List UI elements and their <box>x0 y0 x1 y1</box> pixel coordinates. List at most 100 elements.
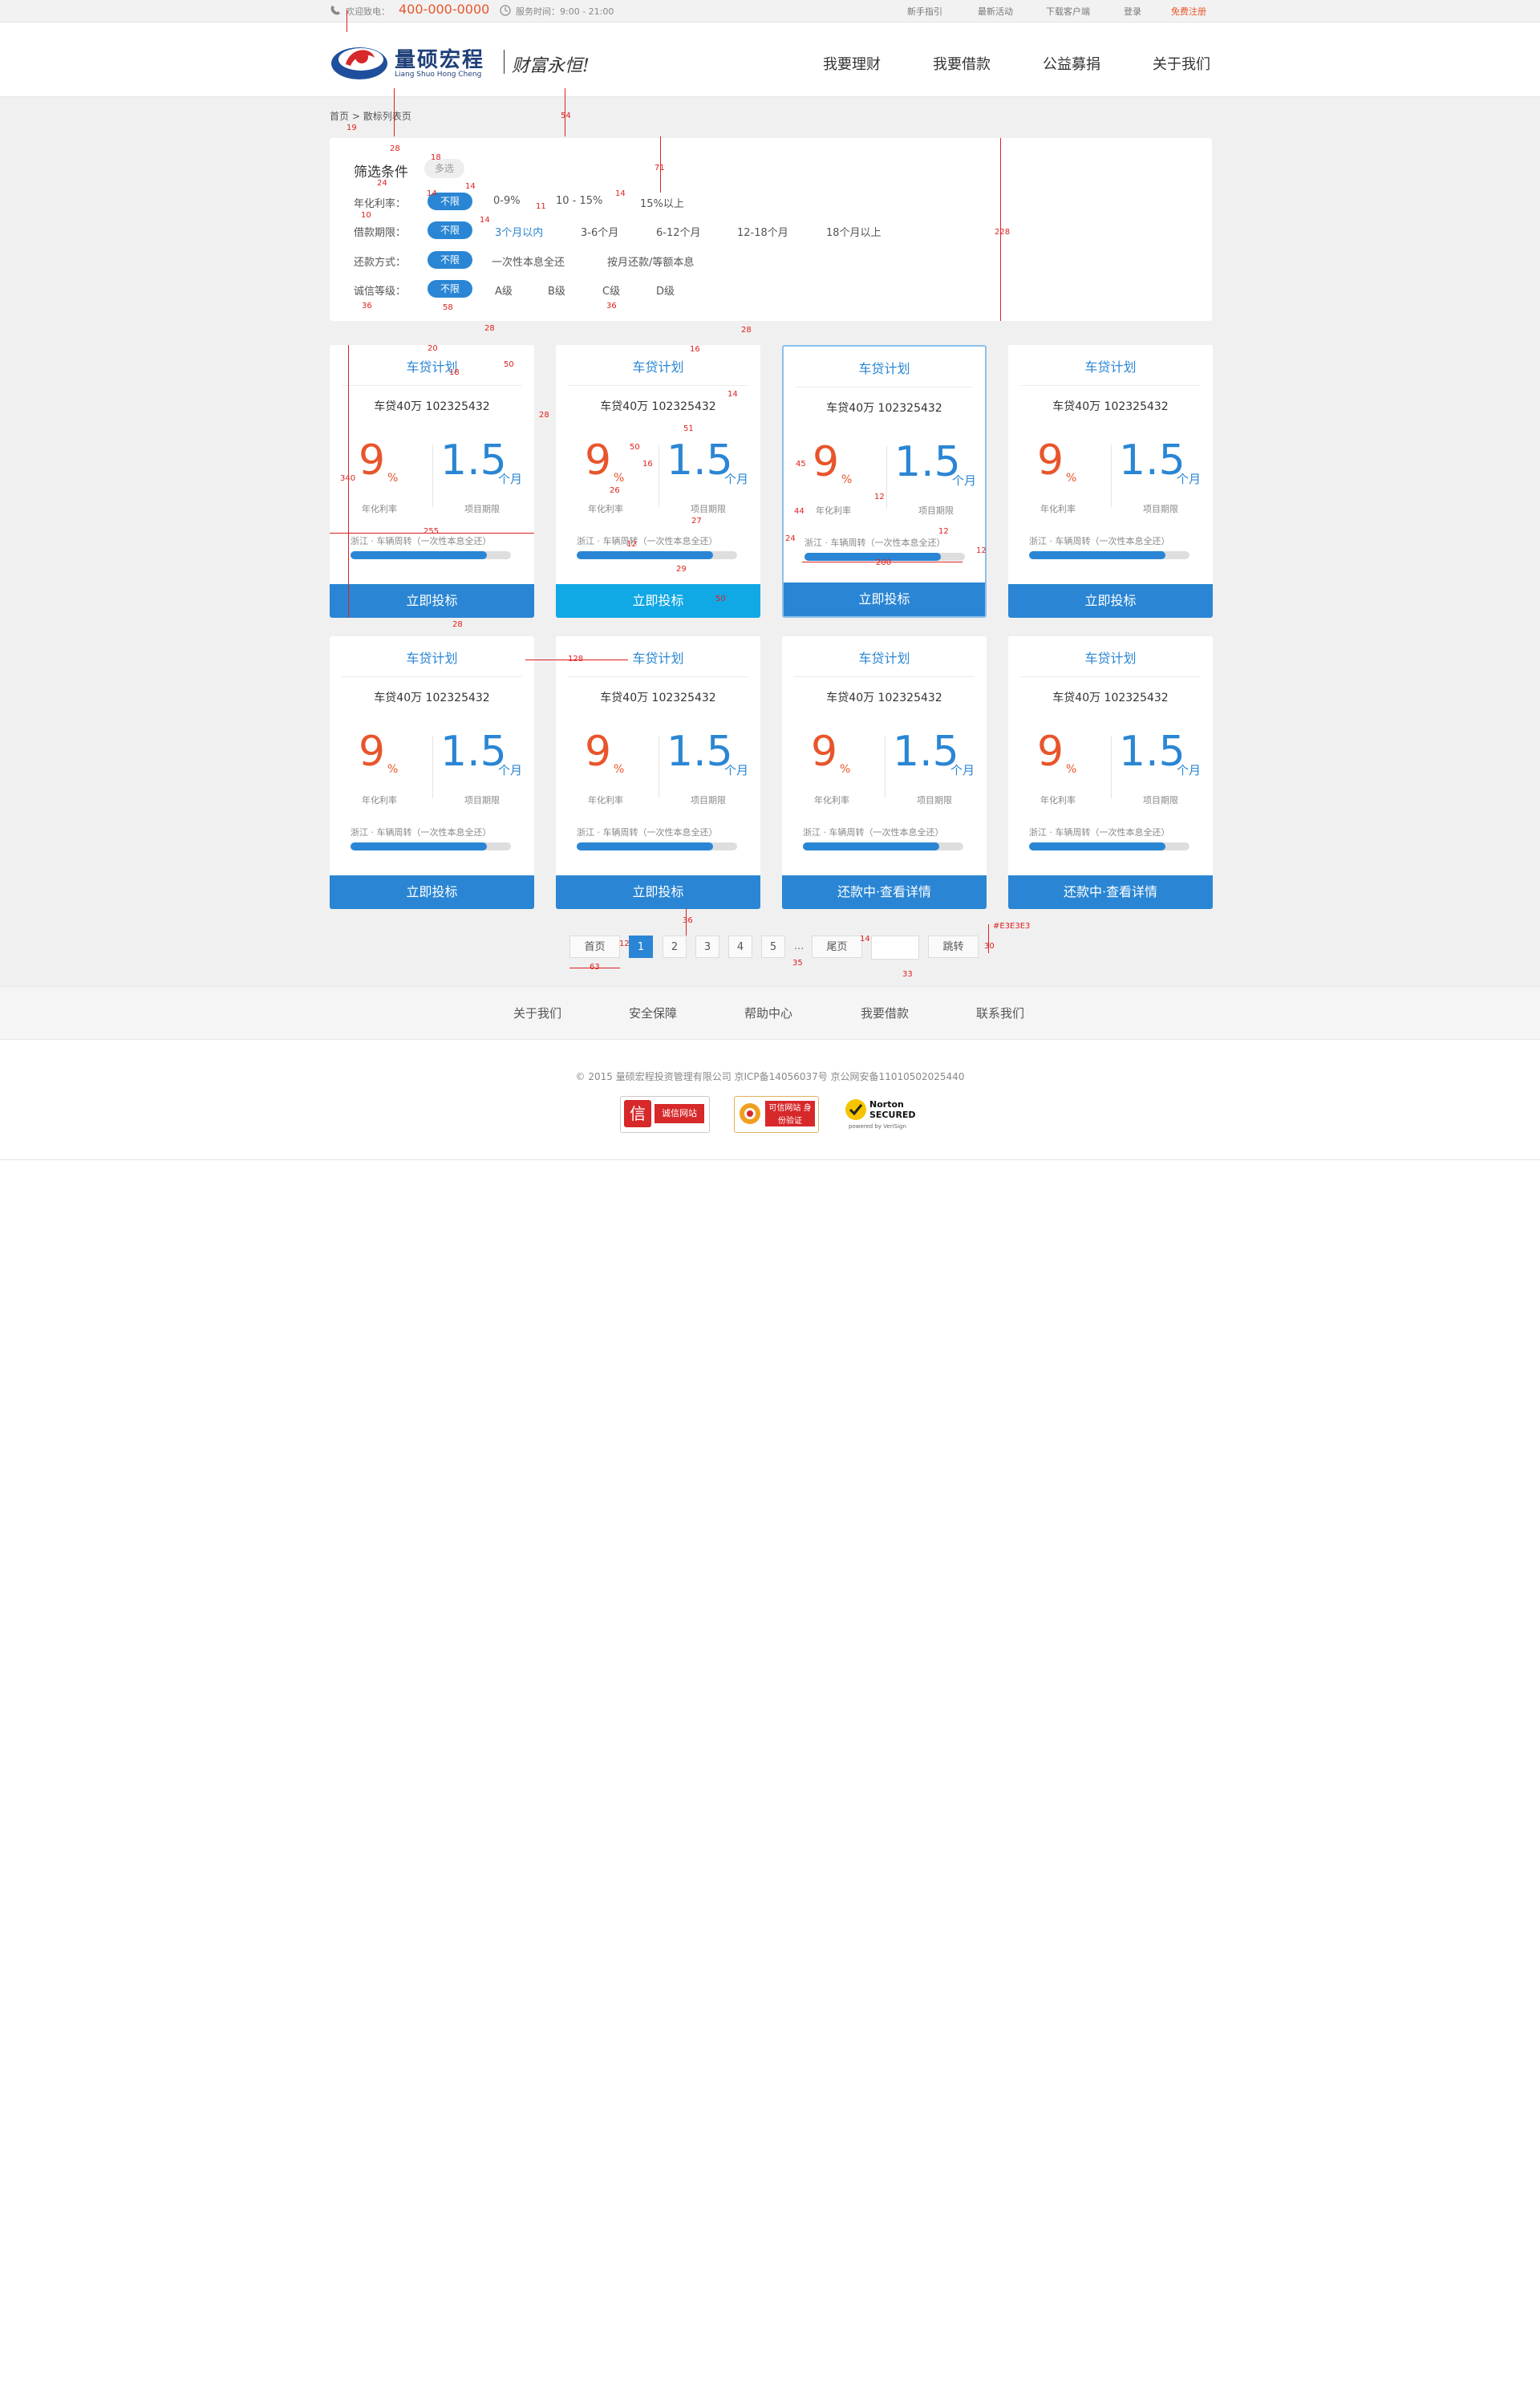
company-logo-icon[interactable] <box>330 42 389 82</box>
page-last-button[interactable]: 尾页 <box>812 936 862 958</box>
card-action-button[interactable]: 立即投标 <box>330 875 534 909</box>
card-rate-value: 9 <box>585 728 612 776</box>
page-ellipsis: ... <box>794 940 804 952</box>
filter-term-option[interactable]: 3-6个月 <box>581 224 618 239</box>
card-action-button[interactable]: 立即投标 <box>330 584 534 618</box>
annotation-label: 20 <box>428 344 438 353</box>
hotline-number: 400-000-0000 <box>399 2 490 17</box>
clock-icon <box>500 5 511 16</box>
nav-invest[interactable]: 我要理财 <box>823 53 881 74</box>
nav-about[interactable]: 关于我们 <box>1153 53 1210 74</box>
copyright-text: © 2015 量硕宏程投资管理有限公司 京ICP备14056037号 京公网安备… <box>575 1071 965 1082</box>
card-term-label: 项目期限 <box>691 504 726 514</box>
card-action-button[interactable]: 立即投标 <box>556 875 760 909</box>
page-button[interactable]: 1 <box>629 936 653 958</box>
card-term-value: 1.5 <box>667 728 733 776</box>
card-term-label: 项目期限 <box>917 795 952 806</box>
link-download-app[interactable]: 下载客户端 <box>1046 5 1090 18</box>
card-rate-unit: % <box>841 473 853 486</box>
filter-credit-option[interactable]: A级 <box>495 282 513 298</box>
annotation-label: 14 <box>615 189 626 198</box>
annotation-label: 28 <box>452 620 463 629</box>
filter-term-option[interactable]: 12-18个月 <box>737 224 788 239</box>
card-rate-value: 9 <box>813 438 840 486</box>
card-title[interactable]: 车贷计划 <box>330 647 534 667</box>
loan-card[interactable]: 车贷计划 车贷40万 102325432 9% 1.5 个月 年化利率 项目期限 浙江 · 车… <box>1008 345 1213 618</box>
nav-borrow[interactable]: 我要借款 <box>933 53 991 74</box>
annotation-label: 28 <box>741 326 752 335</box>
annotation-label: 35 <box>792 959 803 968</box>
card-title[interactable]: 车贷计划 <box>556 647 760 667</box>
loan-card[interactable]: 车贷计划 车贷40万 102325432 9% 1.5 个月 年化利率 项目期限 浙江 · 车… <box>782 345 987 618</box>
nav-charity[interactable]: 公益募捐 <box>1043 53 1100 74</box>
link-activities[interactable]: 最新活动 <box>978 5 1013 18</box>
filter-term-option[interactable]: 6-12个月 <box>656 224 701 239</box>
loan-card[interactable]: 车贷计划 车贷40万 102325432 9% 1.5 个月 年化利率 项目期限 浙江 · 车… <box>330 345 534 618</box>
filter-rate-option[interactable]: 10 - 15% <box>556 195 602 207</box>
card-rate-unit: % <box>614 472 625 485</box>
footer-link-contact[interactable]: 联系我们 <box>976 1005 1024 1021</box>
annotation-label: 50 <box>504 360 514 369</box>
filter-credit-option[interactable]: D级 <box>656 282 675 298</box>
card-term-value: 1.5 <box>893 728 959 776</box>
annotation-label: 28 <box>390 144 400 153</box>
filter-repay-all[interactable]: 不限 <box>428 251 472 269</box>
card-progress-bar <box>803 842 963 850</box>
card-divider <box>794 676 975 677</box>
filter-credit-option[interactable]: B级 <box>548 282 565 298</box>
loan-card[interactable]: 车贷计划 车贷40万 102325432 9% 1.5 个月 年化利率 项目期限 浙江 · 车… <box>1008 636 1213 909</box>
card-term-unit: 个月 <box>724 472 749 486</box>
link-register[interactable]: 免费注册 <box>1171 5 1206 18</box>
card-action-button[interactable]: 立即投标 <box>556 584 760 618</box>
page-bottom-border <box>0 1159 1540 1160</box>
card-rate-label: 年化利率 <box>1040 795 1076 806</box>
filter-term-option[interactable]: 3个月以内 <box>495 224 543 239</box>
annotation-label: 63 <box>590 963 600 972</box>
card-title[interactable]: 车贷计划 <box>1008 356 1213 375</box>
page-jump-input[interactable] <box>871 936 919 960</box>
footer-link-security[interactable]: 安全保障 <box>629 1005 677 1021</box>
link-login[interactable]: 登录 <box>1124 5 1141 18</box>
breadcrumb-current: 散标列表页 <box>363 111 411 122</box>
filter-credit-all[interactable]: 不限 <box>428 280 472 298</box>
card-title[interactable]: 车贷计划 <box>784 358 985 377</box>
page-button[interactable]: 4 <box>728 936 752 958</box>
page-button[interactable]: 5 <box>761 936 785 958</box>
breadcrumb-home[interactable]: 首页 <box>330 111 349 122</box>
card-action-button[interactable]: 还款中·查看详情 <box>782 875 987 909</box>
trust-badge[interactable]: 可信网站 身份验证 <box>734 1096 819 1133</box>
card-action-button[interactable]: 立即投标 <box>1008 584 1213 618</box>
filter-rate-option[interactable]: 15%以上 <box>640 195 684 210</box>
footer-link-borrow[interactable]: 我要借款 <box>861 1005 909 1021</box>
card-title[interactable]: 车贷计划 <box>1008 647 1213 667</box>
loan-card[interactable]: 车贷计划 车贷40万 102325432 9% 1.5 个月 年化利率 项目期限 浙江 · 车… <box>782 636 987 909</box>
card-title[interactable]: 车贷计划 <box>782 647 987 667</box>
footer-link-about[interactable]: 关于我们 <box>513 1005 561 1021</box>
filter-credit-option[interactable]: C级 <box>602 282 620 298</box>
annotation-label: 24 <box>785 534 796 543</box>
page-first-button[interactable]: 首页 <box>569 936 620 958</box>
link-guide[interactable]: 新手指引 <box>907 5 942 18</box>
page-jump-button[interactable]: 跳转 <box>928 936 979 958</box>
loan-card[interactable]: 车贷计划 车贷40万 102325432 9% 1.5 个月 年化利率 项目期限 浙江 · 车… <box>330 636 534 909</box>
page-button[interactable]: 2 <box>663 936 687 958</box>
filter-repay-option[interactable]: 按月还款/等额本息 <box>607 254 694 269</box>
card-action-button[interactable]: 立即投标 <box>784 582 985 616</box>
logo-divider <box>504 50 505 74</box>
filter-term-all[interactable]: 不限 <box>428 221 472 239</box>
filter-rate-option[interactable]: 0-9% <box>493 195 521 207</box>
page-button[interactable]: 3 <box>695 936 719 958</box>
card-action-button[interactable]: 还款中·查看详情 <box>1008 875 1213 909</box>
loan-card[interactable]: 车贷计划 车贷40万 102325432 9% 1.5 个月 年化利率 项目期限 浙江 · 车… <box>556 345 760 618</box>
loan-card[interactable]: 车贷计划 车贷40万 102325432 9% 1.5 个月 年化利率 项目期限 浙江 · 车… <box>556 636 760 909</box>
card-loan-info: 车贷40万 102325432 <box>374 692 490 704</box>
filter-term-option[interactable]: 18个月以上 <box>826 224 881 239</box>
footer-link-help[interactable]: 帮助中心 <box>744 1005 792 1021</box>
badge-label: Norton SECURED <box>869 1099 916 1120</box>
welcome-text: 欢迎致电： <box>346 6 390 17</box>
filter-repay-option[interactable]: 一次性本息全还 <box>492 254 565 269</box>
card-title[interactable]: 车贷计划 <box>556 356 760 375</box>
trust-badge[interactable]: 信 诚信网站 <box>620 1096 710 1133</box>
card-divider <box>796 387 973 388</box>
trust-badge[interactable]: Norton SECURED powered by VeriSign <box>844 1096 924 1131</box>
